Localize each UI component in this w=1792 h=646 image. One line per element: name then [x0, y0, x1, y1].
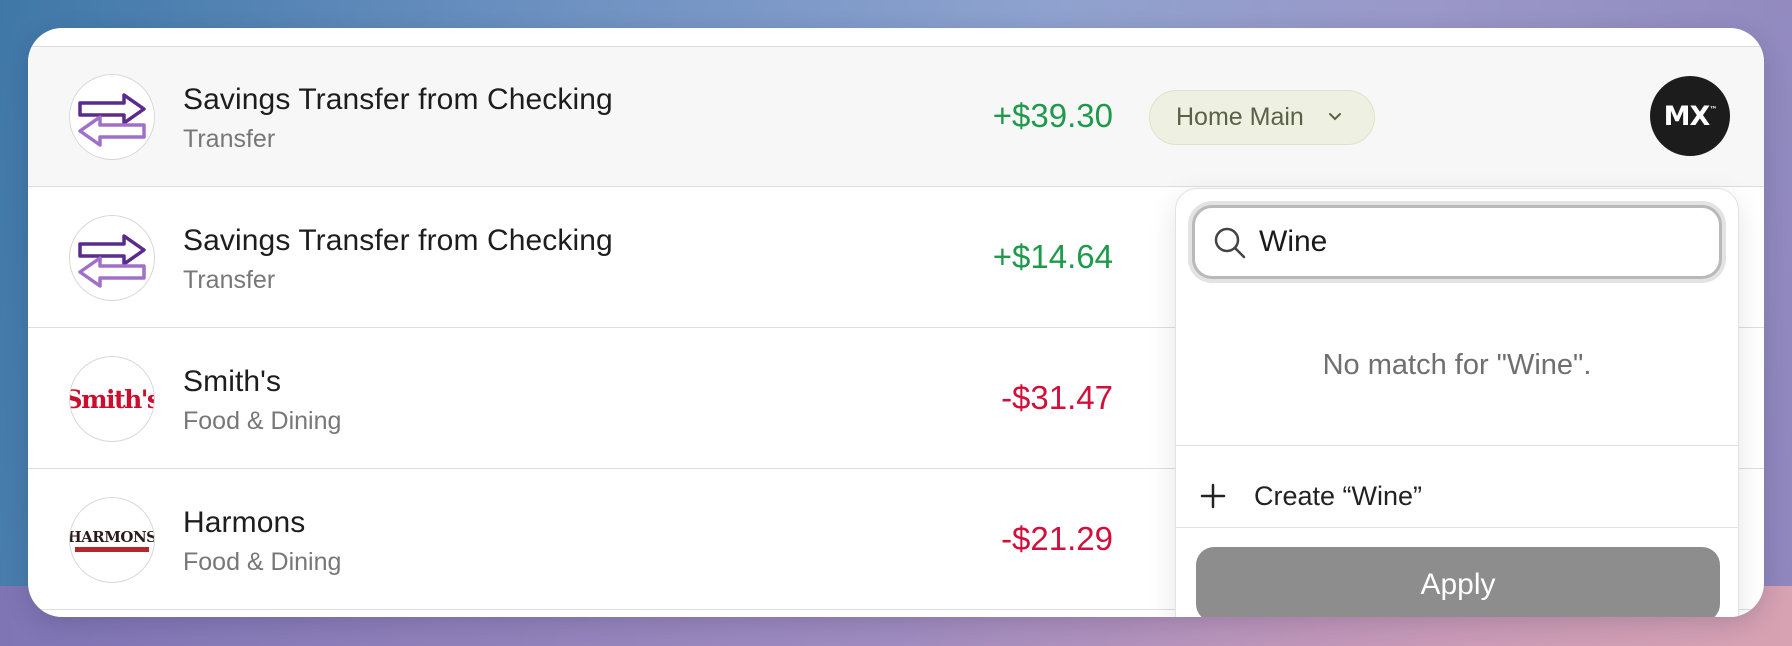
account-dropdown: No match for "Wine". Create “Wine” Apply [1175, 188, 1739, 617]
transaction-name: Harmons [183, 506, 306, 539]
chevron-down-icon [1329, 113, 1341, 121]
dropdown-divider [1176, 527, 1738, 528]
search-field[interactable] [1192, 205, 1722, 279]
avatar-mark: ™ [1709, 104, 1717, 114]
transaction-category: Transfer [183, 125, 276, 153]
transfer-arrows-icon [69, 215, 155, 301]
account-selector[interactable]: Home Main [1149, 90, 1375, 145]
create-option-button[interactable]: Create “Wine” [1200, 471, 1700, 521]
transfer-arrows-icon [69, 74, 155, 160]
transaction-name: Savings Transfer from Checking [183, 224, 613, 257]
avatar: MX ™ [1650, 76, 1730, 156]
transaction-amount: -$31.47 [1001, 379, 1113, 416]
account-selector-label: Home Main [1176, 103, 1304, 131]
transaction-amount: +$14.64 [992, 238, 1113, 275]
dropdown-divider [1176, 445, 1738, 446]
plus-icon [1200, 483, 1226, 509]
harmons-logo: HARMONS [69, 497, 155, 583]
transaction-amount: +$39.30 [992, 97, 1113, 134]
transactions-card: Savings Transfer from Checking Transfer … [28, 28, 1764, 617]
transaction-row[interactable]: Savings Transfer from Checking Transfer … [28, 47, 1764, 187]
search-icon [1214, 227, 1246, 259]
smiths-logo: Smith's [69, 356, 155, 442]
transaction-category: Food & Dining [183, 548, 342, 576]
no-match-message: No match for "Wine". [1322, 349, 1592, 381]
create-option-label: Create “Wine” [1254, 480, 1423, 511]
transaction-name: Savings Transfer from Checking [183, 83, 613, 116]
transaction-category: Food & Dining [183, 407, 342, 435]
transaction-category: Transfer [183, 266, 276, 294]
smiths-logo-text: Smith's [69, 384, 155, 414]
harmons-logo-text: HARMONS [69, 528, 155, 546]
transaction-amount: -$21.29 [1001, 520, 1113, 557]
avatar-text: MX [1663, 100, 1711, 132]
search-input[interactable] [1259, 220, 1699, 264]
transaction-name: Smith's [183, 365, 282, 398]
apply-button[interactable]: Apply [1196, 547, 1720, 617]
harmons-logo-bar [75, 547, 149, 552]
